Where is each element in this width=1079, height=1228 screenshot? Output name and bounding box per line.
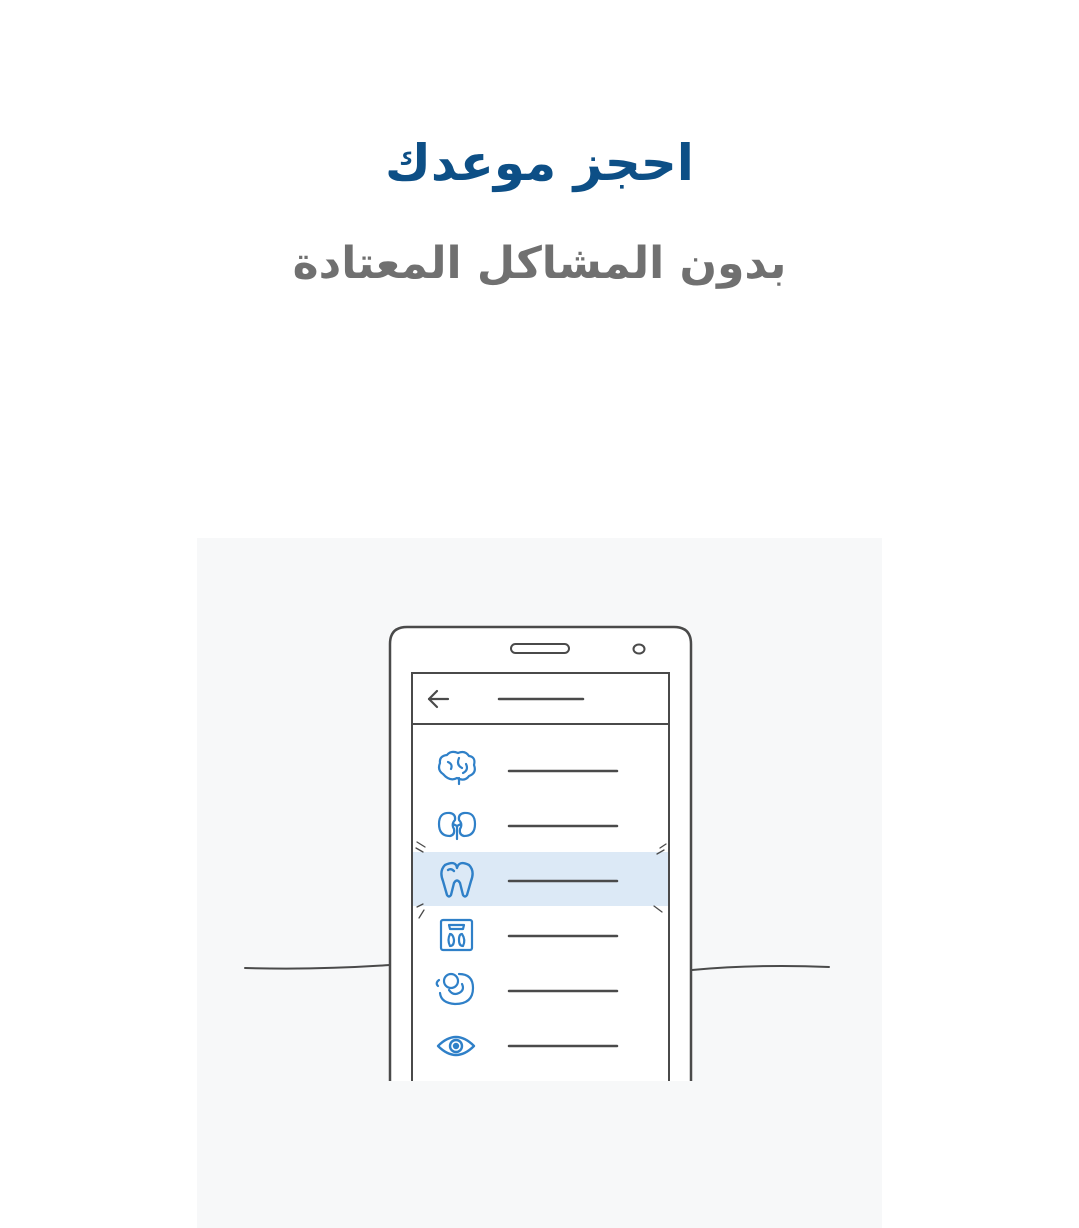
selected-row-highlight (413, 852, 668, 906)
left-hand-line (244, 964, 391, 970)
page-subtitle: بدون المشاكل المعتادة (292, 238, 787, 289)
right-hand-line (691, 965, 830, 971)
page-title: احجز موعدك (385, 134, 694, 192)
phone-illustration (197, 538, 882, 1228)
